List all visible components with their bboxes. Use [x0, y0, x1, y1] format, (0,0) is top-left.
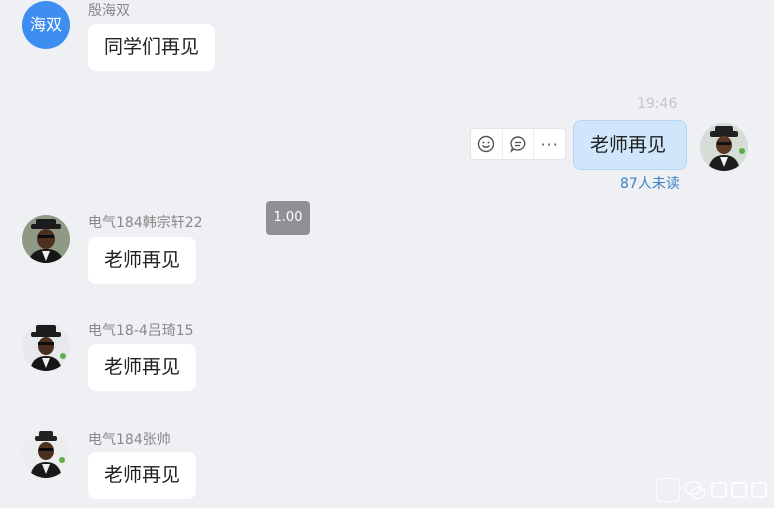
message-bubble[interactable]: 老师再见	[88, 452, 197, 499]
person-photo-icon	[22, 430, 70, 478]
more-button[interactable]: ···	[533, 129, 565, 159]
reply-button[interactable]	[501, 129, 534, 159]
self-message-bubble[interactable]: 老师再见	[573, 120, 687, 170]
unread-count-link[interactable]: 87人未读	[620, 173, 680, 193]
person-photo-icon	[700, 123, 748, 171]
more-icon: ···	[540, 134, 559, 154]
person-photo-icon	[22, 323, 70, 371]
message-bubble[interactable]: 老师再见	[88, 237, 197, 284]
message-bubble[interactable]: 老师再见	[88, 344, 197, 391]
message-action-toolbar: ···	[470, 128, 566, 160]
watermark-icon	[656, 478, 680, 502]
message-bubble[interactable]: 同学们再见	[88, 24, 216, 71]
sender-name: 殷海双	[88, 3, 130, 19]
avatar-yinhaishuang[interactable]: 海双	[22, 1, 70, 49]
emoji-reaction-button[interactable]	[471, 129, 502, 159]
sender-name: 电气184韩宗轩22	[88, 215, 203, 231]
sender-name: 电气184张帅	[88, 432, 171, 448]
wechat-icon	[684, 480, 706, 500]
emoji-icon	[478, 135, 495, 153]
playback-speed-badge[interactable]: 1.00	[266, 201, 310, 235]
avatar-user[interactable]	[22, 430, 70, 478]
person-photo-icon	[22, 215, 70, 263]
message-timestamp: 19:46	[637, 96, 678, 112]
comment-icon	[510, 136, 526, 153]
self-avatar[interactable]	[700, 123, 748, 171]
watermark-logo	[656, 478, 768, 502]
watermark-brand-mark	[711, 482, 767, 498]
avatar-user[interactable]	[22, 215, 70, 263]
sender-name: 电气18-4吕琦15	[88, 323, 194, 339]
avatar-user[interactable]	[22, 323, 70, 371]
